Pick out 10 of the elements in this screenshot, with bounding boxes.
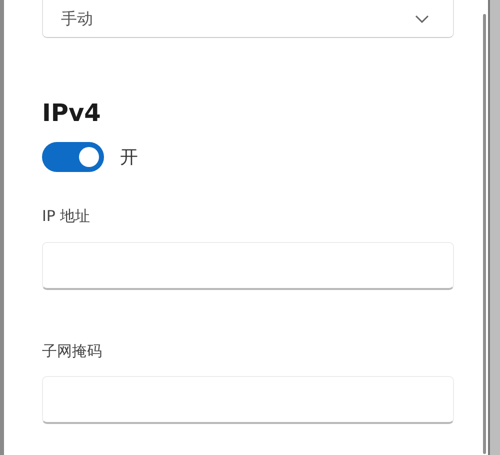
toggle-label: 开 xyxy=(120,146,138,170)
dropdown[interactable]: 手动 xyxy=(42,0,454,38)
section-title: IPv4 xyxy=(42,101,102,125)
scrollbar[interactable] xyxy=(482,14,486,454)
toggle-switch[interactable] xyxy=(42,142,104,172)
field-label: IP 地址 xyxy=(42,206,92,227)
input-field[interactable] xyxy=(42,376,454,424)
chevron-down-icon xyxy=(415,14,429,22)
field-label: 子网掩码 xyxy=(42,340,103,362)
input-field[interactable] xyxy=(42,242,454,290)
